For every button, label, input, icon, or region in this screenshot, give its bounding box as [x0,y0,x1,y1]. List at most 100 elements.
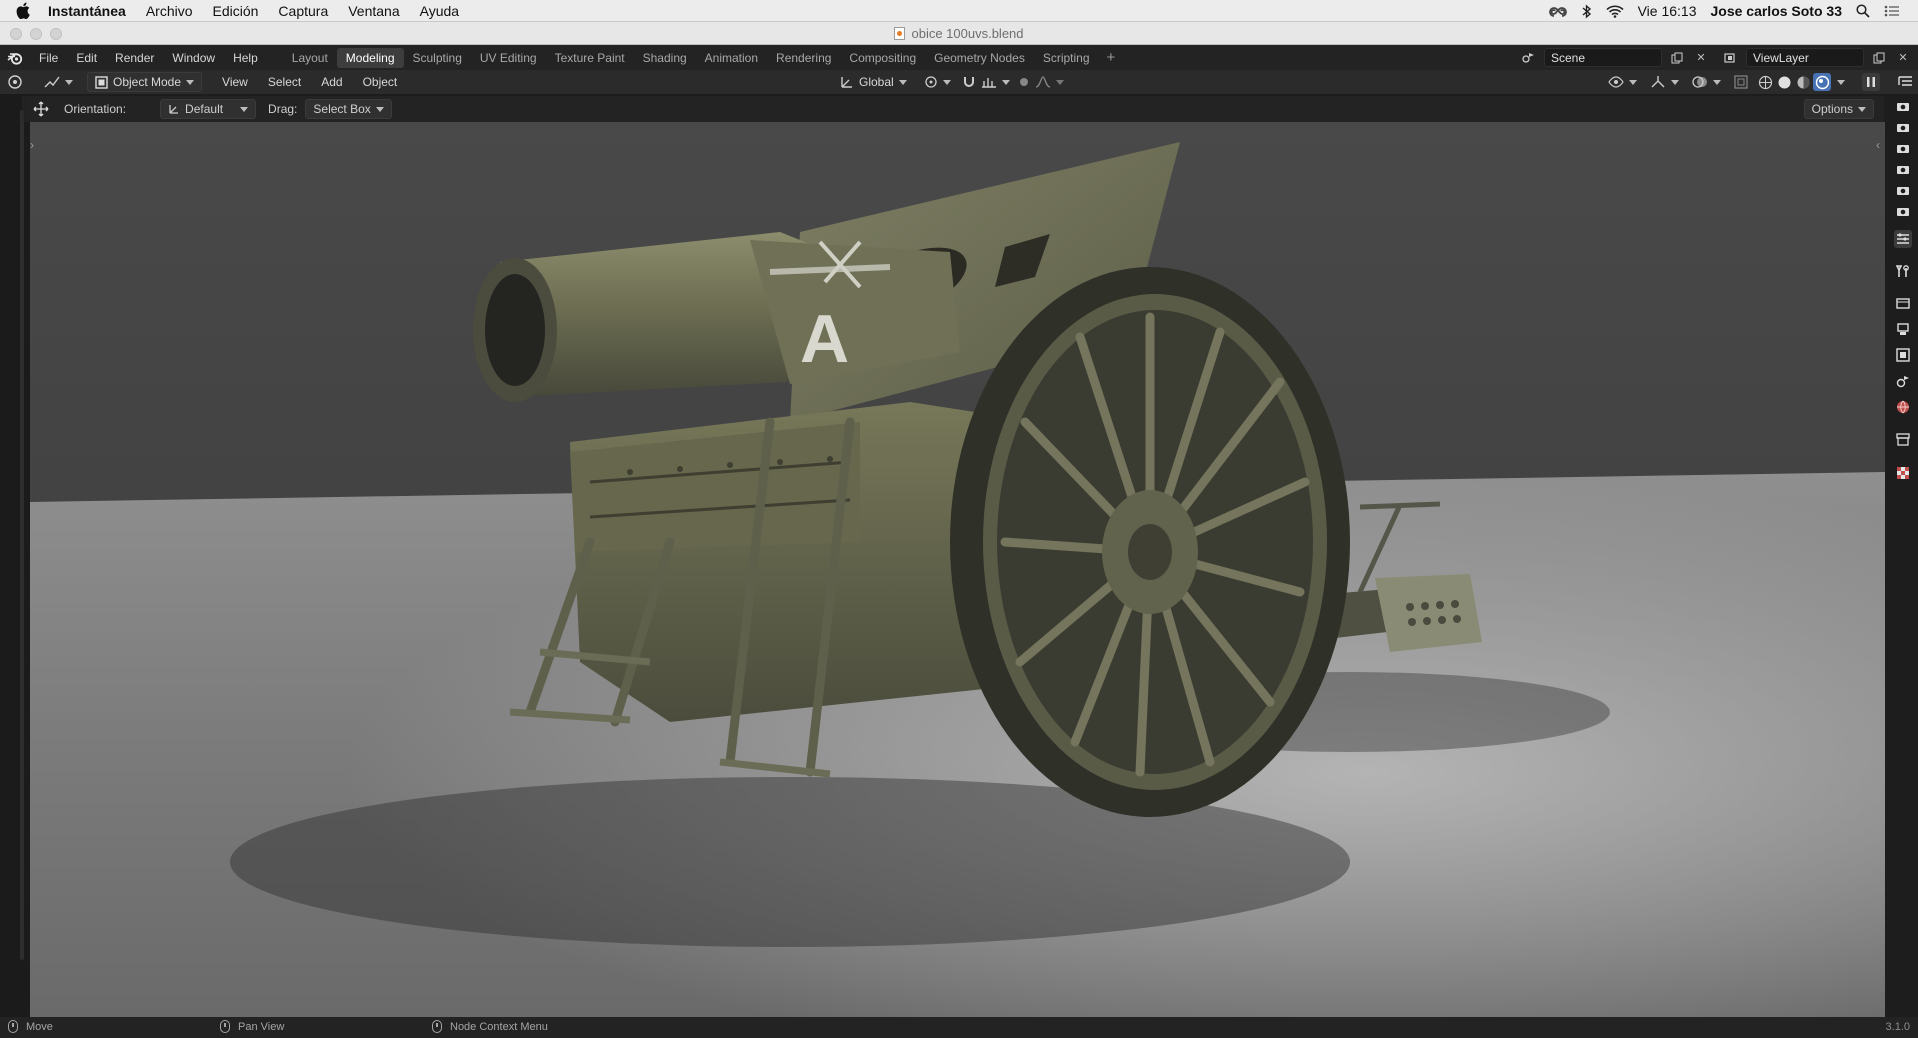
tool-properties-icon[interactable] [1893,230,1912,248]
blender-logo-icon[interactable] [0,45,30,70]
tab-rendering[interactable]: Rendering [767,48,840,68]
outliner-toggle-icon[interactable] [1896,73,1914,91]
menu-ayuda[interactable]: Ayuda [420,3,459,19]
tab-uv-editing[interactable]: UV Editing [471,48,546,68]
rendered-shading-icon[interactable] [1813,73,1831,91]
window-titlebar: obice 100uvs.blend [0,22,1918,45]
wireframe-shading-icon[interactable] [1756,73,1774,91]
render-properties-icon[interactable] [1894,294,1912,312]
menu-window[interactable]: Window [163,51,224,65]
scene-browse-icon[interactable] [1520,49,1538,67]
menu-edicion[interactable]: Edición [213,3,259,19]
output-properties-icon[interactable] [1894,320,1912,338]
object-mode-dropdown[interactable]: Object Mode [87,72,203,92]
add-workspace-button[interactable]: + [1099,49,1124,66]
scene-properties-icon[interactable] [1894,372,1912,390]
tool-settings-icon[interactable] [1894,262,1912,280]
tab-modeling[interactable]: Modeling [336,47,404,68]
menu-captura[interactable]: Captura [278,3,328,19]
tab-scripting[interactable]: Scripting [1034,48,1099,68]
camera-snapshot-icon[interactable] [1894,202,1912,220]
tab-shading[interactable]: Shading [634,48,696,68]
window-title: obice 100uvs.blend [894,26,1024,41]
viewport-menu-add[interactable]: Add [311,75,352,89]
options-dropdown[interactable]: Options [1803,99,1874,119]
tab-geometry-nodes[interactable]: Geometry Nodes [925,48,1034,68]
view-layer-properties-icon[interactable] [1894,346,1912,364]
orientation-dropdown[interactable]: Default [160,99,257,119]
status-pan-label: Pan View [238,1020,285,1033]
app-name-menu[interactable]: Instantánea [48,3,126,19]
world-properties-icon[interactable] [1894,398,1912,416]
tab-texture-paint[interactable]: Texture Paint [546,48,634,68]
delete-scene-icon[interactable]: ✕ [1692,49,1710,67]
transform-orientation-dropdown[interactable]: Global [832,72,915,92]
menu-archivo[interactable]: Archivo [146,3,193,19]
wifi-icon[interactable] [1606,5,1624,18]
proportional-editing-toggle[interactable] [1010,72,1072,92]
view-layer-browse-icon[interactable] [1722,49,1740,67]
scene-name-field[interactable]: Scene [1544,48,1662,67]
camera-snapshot-icon[interactable] [1894,139,1912,157]
zoom-window-button[interactable] [50,28,62,40]
menu-file[interactable]: File [30,51,67,65]
bluetooth-icon[interactable] [1582,3,1592,19]
snap-toggle[interactable] [954,72,1018,92]
material-preview-shading-icon[interactable] [1794,73,1812,91]
status-bar: Move Pan View Node Context Menu 3.1.0 [0,1017,1918,1038]
spotlight-search-icon[interactable] [1856,4,1870,18]
tool-settings-bar: Orientation: Default Drag: Select Box Op… [22,96,1884,122]
menu-help[interactable]: Help [224,51,267,65]
view-layer-name-field[interactable]: ViewLayer [1746,48,1864,67]
close-window-button[interactable] [10,28,22,40]
3d-viewport[interactable]: A [30,122,1885,1017]
tab-animation[interactable]: Animation [696,48,767,68]
gizmo-icon [1651,76,1665,88]
camera-snapshot-icon[interactable] [1894,118,1912,136]
menubar-user-name[interactable]: Jose carlos Soto 33 [1710,3,1842,19]
xray-toggle-icon[interactable] [1732,73,1750,91]
menu-ventana[interactable]: Ventana [348,3,399,19]
camera-snapshot-icon[interactable] [1894,181,1912,199]
object-mode-label: Object Mode [113,75,182,89]
shading-options-dropdown[interactable] [1832,73,1850,91]
overlays-dropdown[interactable] [1684,72,1729,92]
delete-view-layer-icon[interactable]: ✕ [1894,49,1912,67]
tab-compositing[interactable]: Compositing [840,48,925,68]
drag-label: Drag: [268,102,298,116]
solid-shading-icon[interactable] [1775,73,1793,91]
options-label: Options [1811,102,1853,116]
menu-render[interactable]: Render [106,51,163,65]
toolbar-expand-arrow-icon[interactable]: › [30,138,34,152]
new-view-layer-icon[interactable] [1870,49,1888,67]
viewport-menu-view[interactable]: View [212,75,258,89]
gizmo-dropdown[interactable] [1642,72,1687,92]
minimize-window-button[interactable] [30,28,42,40]
toolbar-scrollbar[interactable] [20,110,24,960]
menubar-clock[interactable]: Vie 16:13 [1638,3,1697,19]
new-scene-icon[interactable] [1668,49,1686,67]
camera-snapshot-icon[interactable] [1894,97,1912,115]
mouse-left-icon [8,1020,18,1033]
viewport-menu-select[interactable]: Select [258,75,311,89]
editor-type-icon[interactable] [6,73,24,91]
sidebar-expand-arrow-icon[interactable]: ‹ [1876,138,1880,152]
creative-cloud-icon[interactable] [1548,4,1568,18]
apple-menu-icon[interactable] [16,2,34,20]
tab-sculpting[interactable]: Sculpting [404,48,471,68]
menu-edit[interactable]: Edit [67,51,106,65]
view-transform-dropdown[interactable] [36,72,81,92]
properties-tabs [1887,94,1918,482]
camera-snapshot-icon[interactable] [1894,160,1912,178]
visibility-dropdown[interactable] [1600,72,1645,92]
drag-value: Select Box [313,102,371,116]
pause-render-icon[interactable] [1862,73,1880,91]
tab-layout[interactable]: Layout [283,48,337,68]
pivot-point-dropdown[interactable] [916,72,959,92]
notification-center-icon[interactable] [1884,5,1900,17]
drag-dropdown[interactable]: Select Box [305,99,392,119]
texture-properties-icon[interactable] [1894,464,1912,482]
viewport-menu-object[interactable]: Object [353,75,408,89]
move-tool-icon[interactable] [32,100,50,118]
collection-properties-icon[interactable] [1894,430,1912,448]
